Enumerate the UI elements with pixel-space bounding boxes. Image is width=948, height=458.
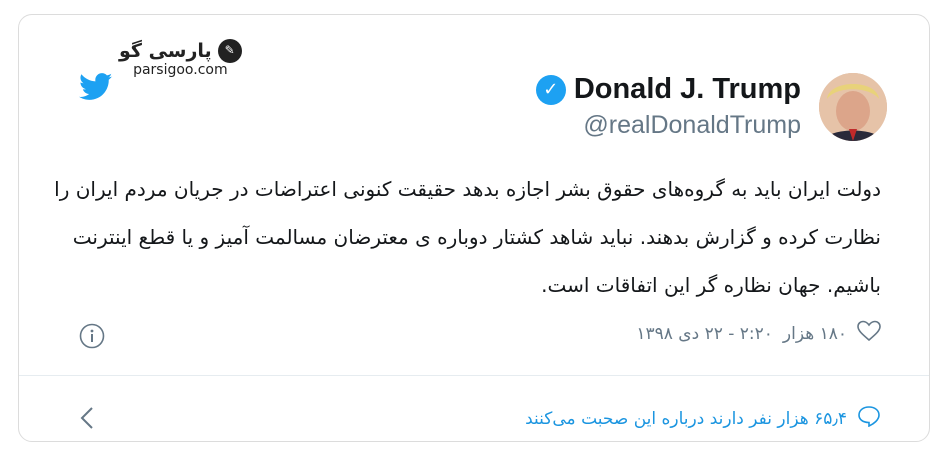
- watermark-logo-icon: ✎: [217, 39, 242, 63]
- tweet-card: پارسی گو ✎ parsigoo.com ✓ Donald J. Trum…: [18, 14, 930, 442]
- verified-badge-icon: ✓: [535, 74, 566, 105]
- tweet-text: دولت ایران باید به گروه‌های حقوق بشر اجا…: [54, 177, 881, 297]
- author-name-row[interactable]: ✓ Donald J. Trump: [535, 73, 801, 106]
- divider: [19, 375, 929, 376]
- like-count[interactable]: ۱۸۰ هزار: [783, 324, 847, 344]
- author-handle[interactable]: @realDonaldTrump: [583, 111, 801, 140]
- heart-icon[interactable]: [857, 320, 881, 347]
- watermark-title-row: پارسی گو ✎: [119, 39, 242, 63]
- conversation-link[interactable]: ۶۵٫۴ هزار نفر دارند درباره این صحبت می‌ک…: [525, 405, 881, 432]
- twitter-bird-icon[interactable]: [79, 73, 113, 105]
- tweet-meta: ۱۸۰ هزار ۲:۲۰ - ۲۲ دی ۱۳۹۸: [636, 320, 881, 347]
- avatar[interactable]: [819, 73, 887, 141]
- speech-bubble-icon: [857, 405, 881, 432]
- author-name[interactable]: Donald J. Trump: [574, 73, 801, 106]
- info-icon[interactable]: [79, 323, 105, 353]
- chevron-left-icon[interactable]: [79, 405, 95, 435]
- watermark: پارسی گو ✎ parsigoo.com: [119, 39, 242, 78]
- watermark-title: پارسی گو: [119, 39, 212, 62]
- tweet-date[interactable]: ۲:۲۰ - ۲۲ دی ۱۳۹۸: [636, 324, 773, 344]
- conversation-text[interactable]: ۶۵٫۴ هزار نفر دارند درباره این صحبت می‌ک…: [525, 409, 847, 429]
- watermark-url: parsigoo.com: [133, 62, 228, 78]
